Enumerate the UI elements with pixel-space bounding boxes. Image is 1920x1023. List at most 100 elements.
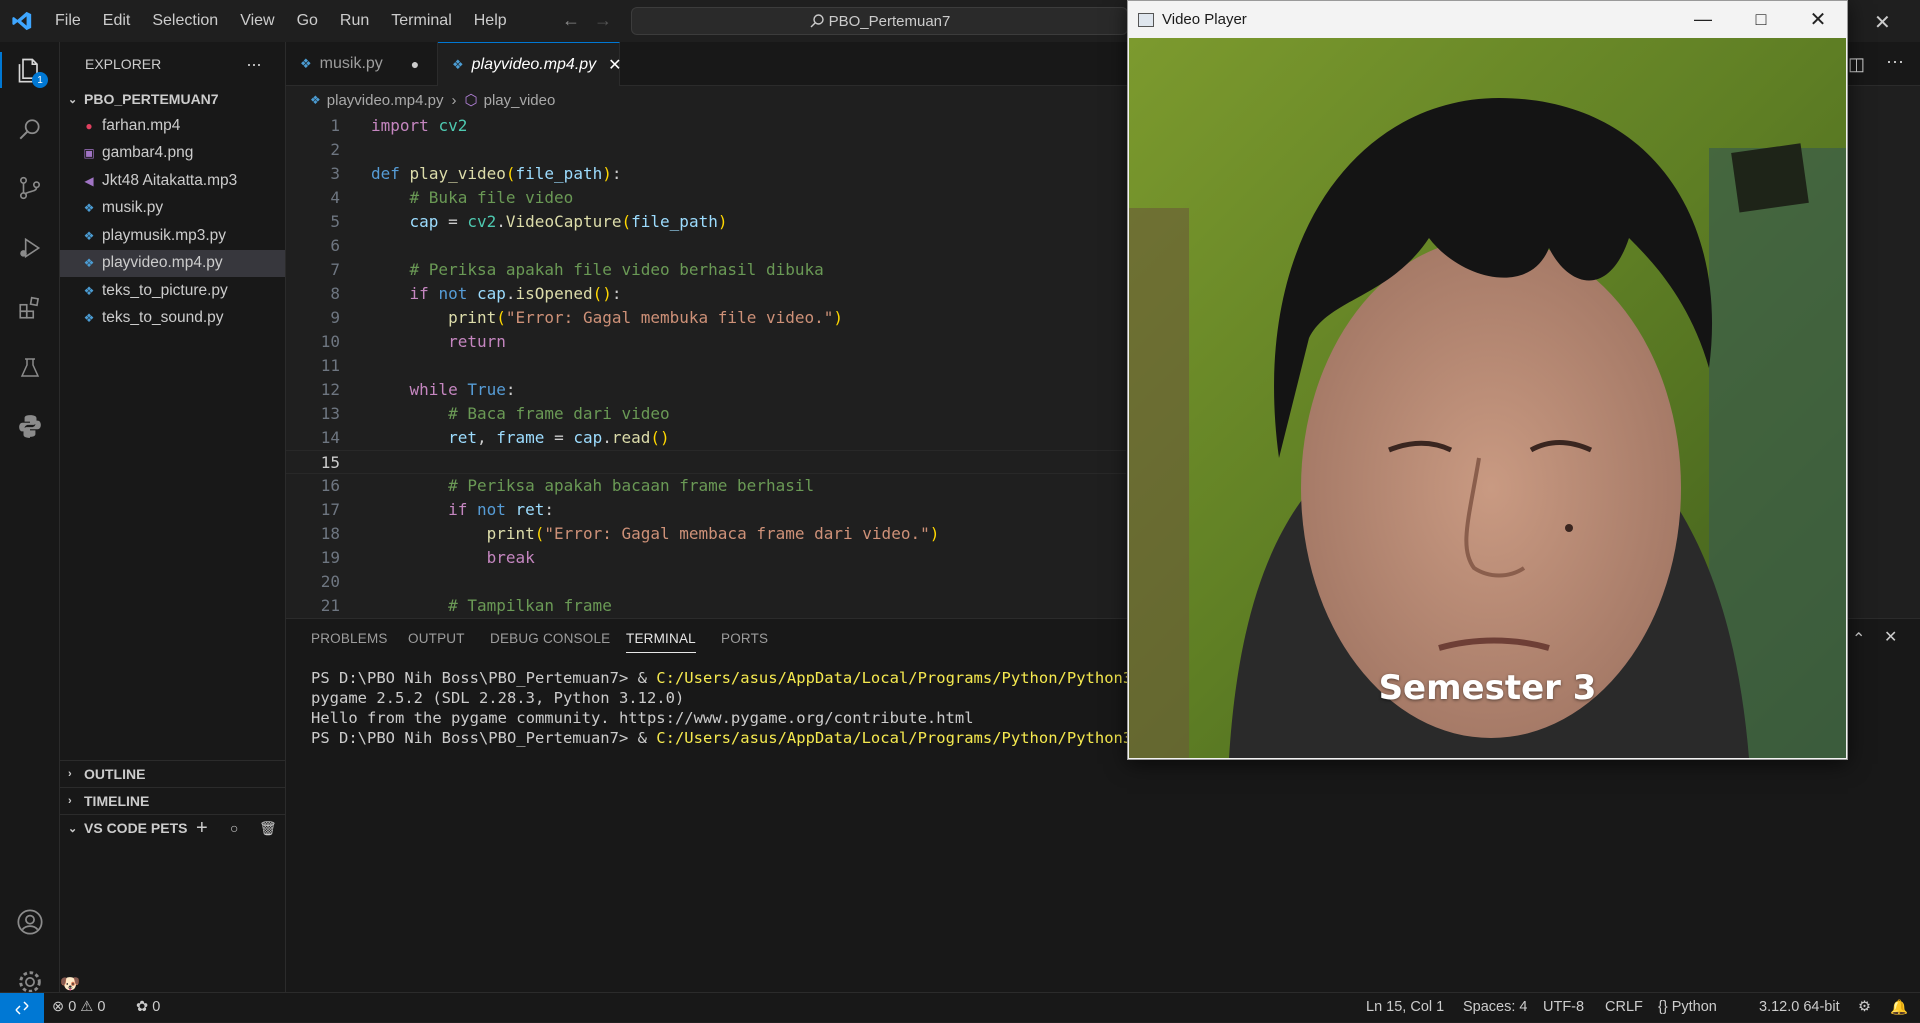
menu-view[interactable]: View (229, 0, 285, 42)
close-panel-icon[interactable]: ✕ (1884, 627, 1897, 647)
timeline-section[interactable]: › TIMELINE (60, 787, 286, 814)
explorer-sidebar: EXPLORER ··· ⌄ PBO_PERTEMUAN7 ● farhan.mp4… (60, 42, 286, 993)
notifications-bell-icon[interactable]: 🔔 (1890, 999, 1908, 1016)
explorer-badge: 1 (32, 72, 48, 88)
tab-terminal[interactable]: TERMINAL (626, 631, 696, 653)
file-item[interactable]: ● farhan.mp4 (60, 112, 285, 140)
outline-section[interactable]: › OUTLINE (60, 760, 286, 787)
tab-label: playvideo.mp4.py (471, 55, 597, 73)
error-count: 0 (68, 999, 77, 1015)
ball-icon[interactable]: ○ (230, 820, 238, 836)
mp4-icon: ● (85, 118, 93, 133)
encoding[interactable]: UTF-8 (1543, 999, 1584, 1015)
run-debug-icon[interactable] (12, 230, 48, 266)
python-icon: ❖ (83, 283, 95, 298)
minimize-icon[interactable]: — (1674, 1, 1732, 38)
file-name: teks_to_sound.py (102, 309, 224, 327)
ports-count: 0 (152, 999, 161, 1015)
close-window-icon[interactable]: ✕ (1874, 10, 1891, 35)
maximize-icon[interactable]: □ (1732, 1, 1790, 38)
chevron-right-icon: › (451, 91, 457, 109)
python-exec-path: C:/Users/asus/AppData/Local/Programs/Pyt… (656, 669, 1161, 687)
terminal-prompt: PS D:\PBO Nih Boss\PBO_Pertemuan7> & (311, 729, 657, 747)
file-item[interactable]: ❖ teks_to_sound.py (60, 305, 285, 333)
file-item[interactable]: ❖ teks_to_picture.py (60, 277, 285, 305)
problems-indicator[interactable]: ⊗ 0 ⚠ 0 (52, 999, 105, 1015)
video-frame: Semester 3 (1129, 38, 1846, 758)
more-actions-icon[interactable]: ⋯ (1886, 52, 1904, 73)
python-icon: ❖ (83, 228, 95, 243)
active-indicator (0, 52, 2, 88)
python-interpreter[interactable]: 3.12.0 64-bit (1759, 999, 1840, 1015)
vscode-pets-section[interactable]: ⌄ VS CODE PETS + ○ 🗑 (60, 814, 286, 841)
tab-label: musik.py (319, 55, 383, 72)
more-actions-icon[interactable]: ··· (246, 54, 262, 75)
python-icon: ❖ (300, 56, 312, 71)
workspace-title: PBO_Pertemuan7 (828, 12, 951, 30)
terminal-line: Hello from the pygame community. https:/… (311, 709, 974, 727)
line-endings[interactable]: CRLF (1605, 999, 1643, 1015)
testing-icon[interactable] (12, 350, 48, 386)
tab-playvideo[interactable]: ❖ playvideo.mp4.py ✕ (438, 42, 622, 86)
language-mode[interactable]: {} Python (1658, 999, 1717, 1015)
breadcrumb: ❖ playvideo.mp4.py › ⬡ play_video (286, 86, 1126, 114)
menu-file[interactable]: File (44, 0, 92, 42)
add-pet-icon[interactable]: + (196, 817, 208, 840)
tab-musik[interactable]: ❖ musik.py ● (286, 42, 438, 86)
file-item[interactable]: ❖ playmusik.mp3.py (60, 222, 285, 250)
explorer-title: EXPLORER (85, 56, 162, 72)
menu-run[interactable]: Run (329, 0, 380, 42)
breadcrumb-symbol[interactable]: play_video (484, 92, 556, 109)
split-editor-icon[interactable]: ◫ (1848, 54, 1865, 75)
code-editor[interactable]: 1 import cv2 2 3 def play_video(file_path)… (286, 114, 1126, 615)
tab-problems[interactable]: PROBLEMS (311, 631, 388, 646)
menu-edit[interactable]: Edit (92, 0, 142, 42)
file-name: musik.py (102, 199, 164, 217)
file-item[interactable]: ❖ musik.py (60, 195, 285, 223)
search-icon[interactable] (12, 112, 48, 148)
command-center-search[interactable]: PBO_Pertemuan7 (631, 7, 1128, 35)
close-icon[interactable]: ✕ (1789, 1, 1847, 38)
explorer-icon[interactable]: 1 (12, 52, 48, 88)
file-item-selected[interactable]: ❖ playvideo.mp4.py (60, 249, 285, 277)
menu-terminal[interactable]: Terminal (380, 0, 462, 42)
menu-go[interactable]: Go (286, 0, 329, 42)
menu-help[interactable]: Help (463, 0, 518, 42)
file-item[interactable]: ◀ Jkt48 Aitakatta.mp3 (60, 167, 285, 195)
python-icon: ❖ (83, 256, 95, 271)
file-name: Jkt48 Aitakatta.mp3 (102, 171, 238, 189)
language-label: Python (1671, 999, 1717, 1015)
source-control-icon[interactable] (12, 170, 48, 206)
remote-icon[interactable] (0, 993, 44, 1023)
accounts-sync-icon[interactable]: ⚙ (1858, 999, 1871, 1015)
menu-selection[interactable]: Selection (141, 0, 229, 42)
file-name: playmusik.mp3.py (102, 226, 227, 244)
tab-ports[interactable]: PORTS (721, 631, 768, 646)
folder-header[interactable]: ⌄ PBO_PERTEMUAN7 (60, 86, 285, 112)
section-title: OUTLINE (84, 766, 146, 782)
account-icon[interactable] (12, 904, 48, 940)
status-bar: ⊗ 0 ⚠ 0 ✿ 0 Ln 15, Col 1 Spaces: 4 UTF-8… (0, 992, 1920, 1023)
chevron-right-icon: › (68, 795, 72, 807)
tab-output[interactable]: OUTPUT (408, 631, 465, 646)
indentation[interactable]: Spaces: 4 (1463, 999, 1528, 1015)
tab-debug-console[interactable]: DEBUG CONSOLE (490, 631, 610, 646)
trash-icon[interactable]: 🗑 (259, 820, 277, 837)
file-item[interactable]: ▣ gambar4.png (60, 140, 285, 168)
modified-dot-icon[interactable]: ● (411, 56, 419, 72)
close-tab-icon[interactable]: ✕ (608, 55, 621, 75)
breadcrumb-file[interactable]: playvideo.mp4.py (327, 92, 444, 109)
back-arrow-icon[interactable]: ← (562, 10, 580, 31)
forward-arrow-icon[interactable]: → (594, 10, 612, 31)
maximize-panel-icon[interactable]: ⌃ (1852, 629, 1865, 649)
image-icon: ▣ (83, 146, 95, 161)
terminal-prompt: PS D:\PBO Nih Boss\PBO_Pertemuan7> & (311, 669, 657, 687)
cursor-position[interactable]: Ln 15, Col 1 (1366, 999, 1444, 1015)
extensions-icon[interactable] (12, 290, 48, 326)
python-icon[interactable] (12, 408, 48, 444)
chevron-right-icon: › (68, 768, 72, 780)
pet-icon: 🐶 (60, 976, 80, 993)
ports-indicator[interactable]: ✿ 0 (136, 999, 160, 1015)
activity-bar: 1 (0, 42, 60, 993)
video-frame-image (1129, 38, 1846, 758)
